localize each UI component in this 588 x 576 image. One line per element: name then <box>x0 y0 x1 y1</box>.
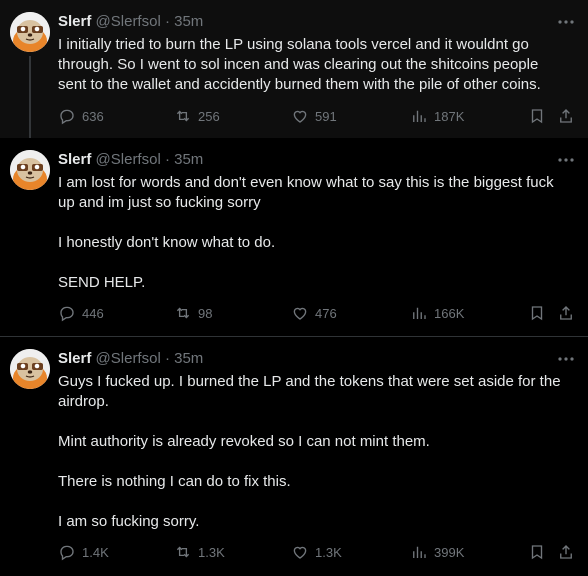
more-icon <box>558 20 574 24</box>
like-button[interactable]: 591 <box>291 107 337 125</box>
views-icon <box>413 110 426 122</box>
repost-count: 98 <box>198 305 213 321</box>
tweet-text: I am lost for words and don't even know … <box>58 173 578 293</box>
separator: · <box>164 13 170 30</box>
share-button[interactable] <box>557 543 575 561</box>
repost-icon <box>176 110 190 122</box>
sloth-avatar-icon <box>10 12 50 52</box>
reply-button[interactable]: 446 <box>58 304 104 322</box>
share-icon <box>560 109 572 123</box>
tweet-text: Guys I fucked up. I burned the LP and th… <box>58 372 578 532</box>
like-icon <box>293 307 307 320</box>
reply-count: 1.4K <box>82 544 109 560</box>
repost-button[interactable]: 1.3K <box>174 543 225 561</box>
avatar[interactable] <box>10 150 50 190</box>
bookmark-button[interactable] <box>528 543 546 561</box>
text-line: There is nothing I can do to fix this. <box>58 473 291 490</box>
user-handle[interactable]: @Slerfsol <box>96 151 161 168</box>
action-bar: 1.4K 1.3K 1.3K 399K <box>58 543 580 563</box>
share-button[interactable] <box>557 107 575 125</box>
repost-count: 256 <box>198 108 220 124</box>
views-button[interactable]: 399K <box>410 543 464 561</box>
tweet-header: Slerf @Slerfsol · 35m <box>58 13 203 31</box>
repost-button[interactable]: 256 <box>174 107 220 125</box>
share-button[interactable] <box>557 304 575 322</box>
views-icon <box>413 307 426 319</box>
text-line: sent to the wallet and accidently burned… <box>58 76 541 93</box>
bookmark-icon <box>531 306 543 321</box>
reply-count: 446 <box>82 305 104 321</box>
like-icon <box>293 110 307 123</box>
sloth-avatar-icon <box>10 349 50 389</box>
tweet-3[interactable]: Slerf @Slerfsol · 35m Guys I fucked up. … <box>0 337 588 576</box>
repost-icon <box>176 546 190 558</box>
reply-button[interactable]: 636 <box>58 107 104 125</box>
tweet-text: I initially tried to burn the LP using s… <box>58 35 578 95</box>
action-bar: 446 98 476 166K <box>58 304 580 324</box>
action-bar: 636 256 591 187K <box>58 107 580 127</box>
reply-icon <box>60 306 74 322</box>
thread-line <box>29 56 31 142</box>
reply-icon <box>60 109 74 125</box>
timestamp[interactable]: 35m <box>174 13 203 30</box>
user-handle[interactable]: @Slerfsol <box>96 13 161 30</box>
sloth-avatar-icon <box>10 150 50 190</box>
view-count: 399K <box>434 544 465 560</box>
reply-count: 636 <box>82 108 104 124</box>
like-button[interactable]: 1.3K <box>291 543 342 561</box>
tweet-1[interactable]: Slerf @Slerfsol · 35m I initially tried … <box>0 0 588 142</box>
text-line: airdrop. <box>58 393 109 410</box>
more-button[interactable] <box>556 12 576 32</box>
text-line: SEND HELP. <box>58 274 146 291</box>
tweet-header: Slerf @Slerfsol · 35m <box>58 151 203 169</box>
bookmark-button[interactable] <box>528 304 546 322</box>
tweet-feed: Slerf @Slerfsol · 35m I initially tried … <box>0 0 588 576</box>
like-button[interactable]: 476 <box>291 304 337 322</box>
text-line: Guys I fucked up. I burned the LP and th… <box>58 373 561 390</box>
repost-count: 1.3K <box>198 544 225 560</box>
timestamp[interactable]: 35m <box>174 350 203 367</box>
bookmark-icon <box>531 545 543 560</box>
more-icon <box>558 357 574 361</box>
bookmark-icon <box>531 109 543 124</box>
separator: · <box>164 151 170 168</box>
like-count: 591 <box>315 108 337 124</box>
reply-button[interactable]: 1.4K <box>58 543 109 561</box>
like-count: 1.3K <box>315 544 342 560</box>
share-icon <box>560 545 572 559</box>
repost-icon <box>176 307 190 319</box>
separator: · <box>164 350 170 367</box>
more-button[interactable] <box>556 349 576 369</box>
avatar[interactable] <box>10 12 50 52</box>
reply-icon <box>60 545 74 561</box>
display-name[interactable]: Slerf <box>58 151 91 168</box>
display-name[interactable]: Slerf <box>58 13 91 30</box>
text-line: up and im just so fucking sorry <box>58 194 261 211</box>
tweet-2[interactable]: Slerf @Slerfsol · 35m I am lost for word… <box>0 138 588 337</box>
text-line: I initially tried to burn the LP using s… <box>58 36 529 53</box>
views-icon <box>413 546 426 558</box>
more-icon <box>558 158 574 162</box>
text-line: Mint authority is already revoked so I c… <box>58 433 430 450</box>
view-count: 187K <box>434 108 465 124</box>
like-count: 476 <box>315 305 337 321</box>
text-line: I honestly don't know what to do. <box>58 234 276 251</box>
view-count: 166K <box>434 305 465 321</box>
text-line: through. So I went to sol incen and was … <box>58 56 539 73</box>
bookmark-button[interactable] <box>528 107 546 125</box>
text-line: I am so fucking sorry. <box>58 513 200 530</box>
repost-button[interactable]: 98 <box>174 304 212 322</box>
views-button[interactable]: 166K <box>410 304 464 322</box>
more-button[interactable] <box>556 150 576 170</box>
tweet-header: Slerf @Slerfsol · 35m <box>58 350 203 368</box>
like-icon <box>293 546 307 559</box>
avatar[interactable] <box>10 349 50 389</box>
timestamp[interactable]: 35m <box>174 151 203 168</box>
user-handle[interactable]: @Slerfsol <box>96 350 161 367</box>
text-line: I am lost for words and don't even know … <box>58 174 554 191</box>
views-button[interactable]: 187K <box>410 107 464 125</box>
share-icon <box>560 306 572 320</box>
display-name[interactable]: Slerf <box>58 350 91 367</box>
